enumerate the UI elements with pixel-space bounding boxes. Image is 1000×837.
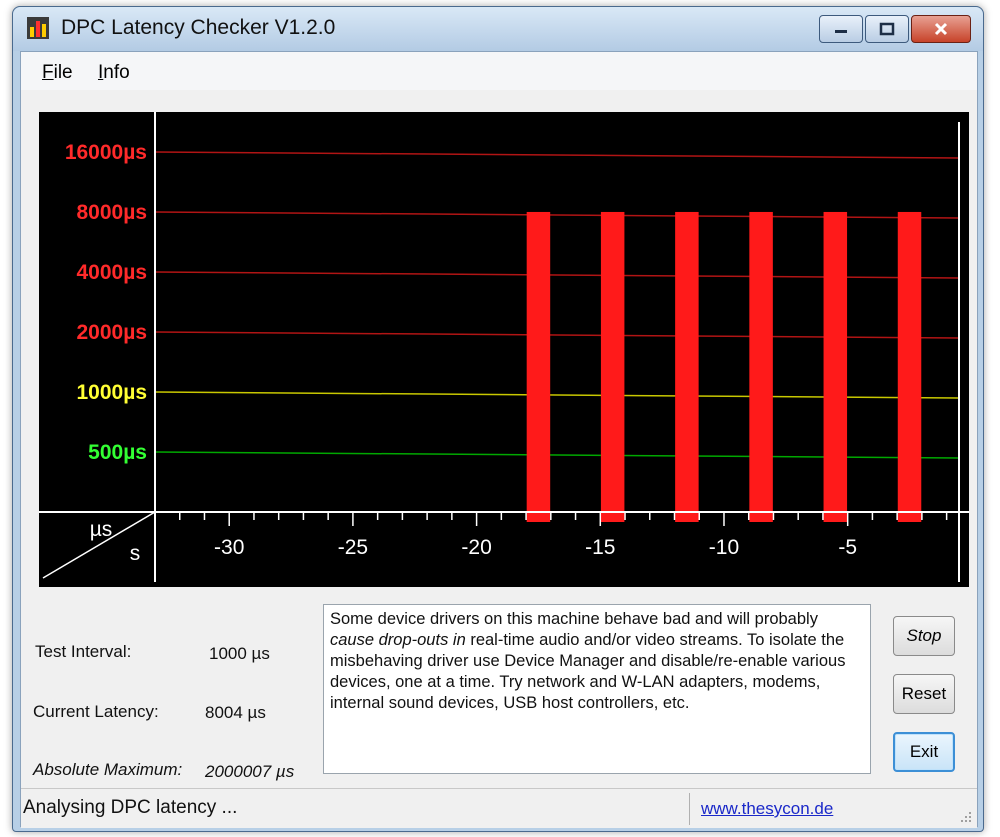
close-icon — [934, 22, 948, 36]
menu-info-rest: nfo — [103, 62, 130, 83]
latency-bar — [823, 211, 848, 522]
y-tick-label: 8000µs — [77, 201, 148, 224]
y-unit-label: µs — [90, 518, 113, 541]
message-part2: cause drop-outs in — [330, 631, 466, 649]
latency-chart: 16000µs 8000µs 4000µs 2000µs 1000µs 500µs -30… — [39, 112, 969, 587]
y-tick-label: 500µs — [88, 441, 147, 464]
current-latency-label: Current Latency: — [33, 702, 159, 721]
size-grip-icon[interactable] — [959, 810, 973, 824]
client-area: File Info 16000µs 8000µs 4000µs 2000µs 1000µ… — [20, 51, 978, 828]
minimize-button[interactable] — [819, 15, 863, 43]
x-tick-label: -25 — [338, 536, 368, 559]
diagnosis-message: Some device drivers on this machine beha… — [323, 604, 871, 774]
menu-file[interactable]: File — [42, 62, 73, 84]
x-tick-label: -30 — [214, 536, 244, 559]
close-button[interactable] — [911, 15, 971, 43]
maximize-button[interactable] — [865, 15, 909, 43]
status-bar: Analysing DPC latency ... www.thesycon.d… — [21, 788, 977, 828]
menu-info[interactable]: Info — [98, 62, 130, 84]
stop-button[interactable]: Stop — [893, 616, 955, 656]
status-text: Analysing DPC latency ... — [23, 797, 238, 818]
message-part1: Some device drivers on this machine beha… — [330, 610, 818, 628]
status-divider — [689, 793, 690, 825]
reset-button[interactable]: Reset — [893, 674, 955, 714]
current-latency-value: 8004 µs — [205, 703, 266, 722]
latency-bar — [749, 211, 773, 522]
test-interval-value: 1000 µs — [209, 644, 270, 663]
menu-bar: File Info — [21, 52, 977, 90]
minimize-icon — [835, 30, 847, 33]
x-unit-label: s — [130, 542, 141, 565]
y-tick-label: 2000µs — [77, 321, 148, 344]
bar-chart-icon — [27, 17, 49, 39]
window-title: DPC Latency Checker V1.2.0 — [61, 16, 336, 39]
app-window: DPC Latency Checker V1.2.0 File Info 160… — [12, 6, 984, 832]
x-tick-label: -15 — [585, 536, 615, 559]
x-tick-label: -20 — [461, 536, 491, 559]
x-tick-label: -5 — [838, 536, 857, 559]
maximize-icon — [879, 22, 895, 36]
exit-button[interactable]: Exit — [893, 732, 955, 772]
latency-bar — [526, 211, 551, 522]
menu-file-rest: ile — [53, 62, 73, 83]
menu-file-accel: F — [42, 62, 54, 83]
absolute-maximum-value: 2000007 µs — [205, 762, 295, 781]
y-tick-label: 4000µs — [77, 261, 148, 284]
y-tick-label: 1000µs — [77, 381, 148, 404]
title-bar[interactable]: DPC Latency Checker V1.2.0 — [13, 7, 983, 51]
y-tick-label: 16000µs — [65, 141, 147, 164]
x-tick-label: -10 — [709, 536, 739, 559]
latency-bar — [600, 211, 625, 522]
test-interval-label: Test Interval: — [35, 642, 132, 661]
absolute-maximum-label: Absolute Maximum: — [33, 760, 183, 779]
latency-bar — [897, 211, 922, 522]
website-link[interactable]: www.thesycon.de — [701, 799, 833, 819]
latency-bar — [675, 211, 699, 522]
